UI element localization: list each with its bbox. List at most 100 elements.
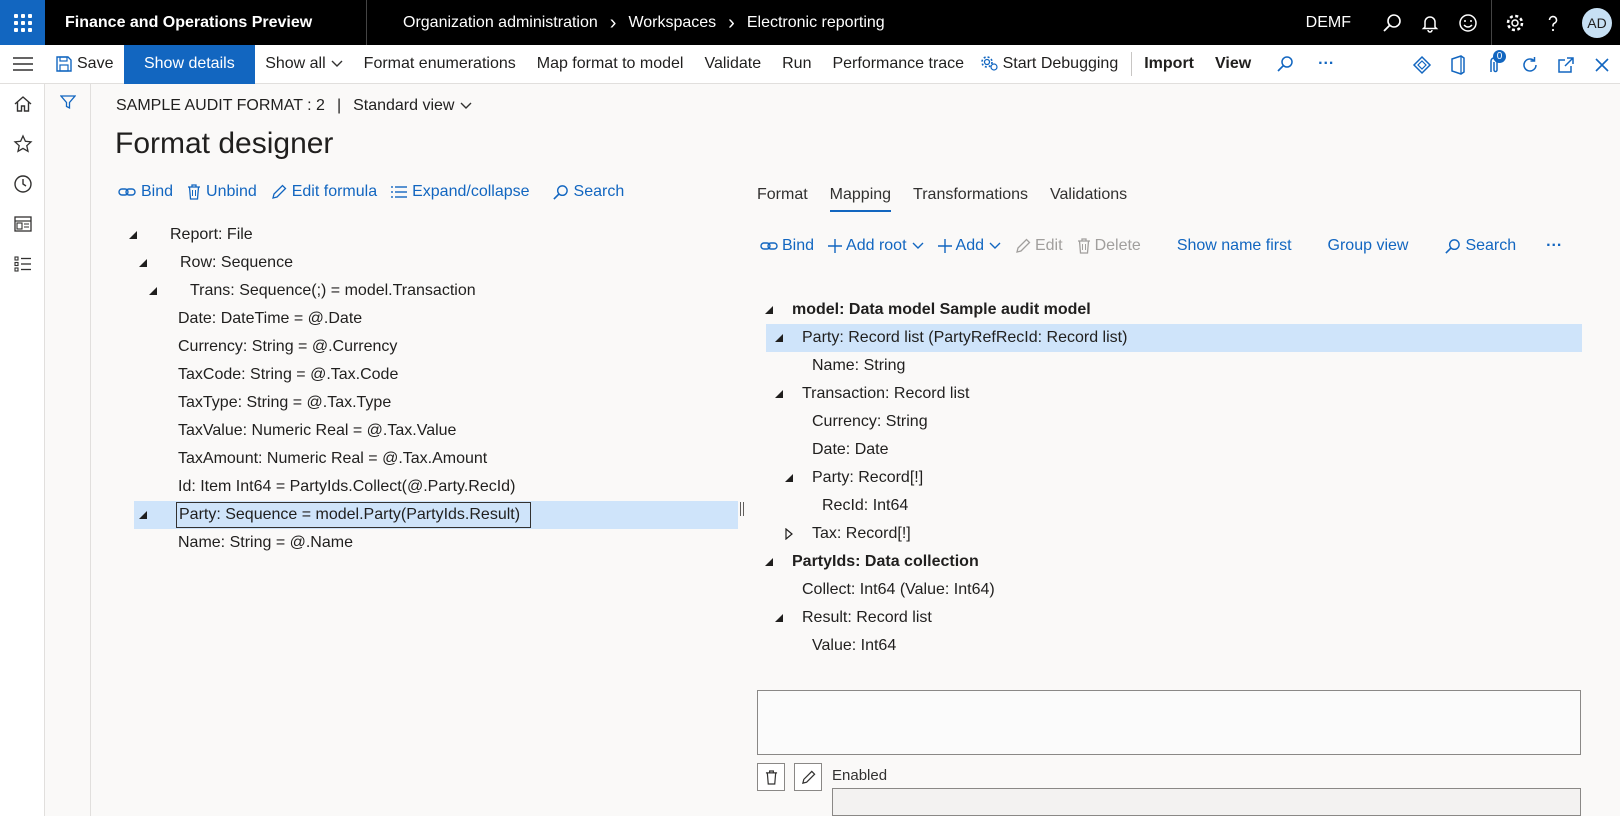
delete-binding-button[interactable] — [757, 763, 785, 791]
format-tree-node[interactable]: Trans: Sequence(;) = model.Transaction — [134, 277, 738, 305]
expanded-triangle-icon[interactable] — [764, 557, 774, 567]
add-root-button[interactable]: Add root — [828, 237, 924, 255]
data-source-node[interactable]: RecId: Int64 — [766, 492, 1582, 520]
format-tree-node[interactable]: Report: File — [129, 221, 738, 249]
data-source-node[interactable]: PartyIds: Data collection — [764, 548, 1582, 576]
data-source-node[interactable]: Transaction: Record list — [766, 380, 1582, 408]
attachments-button[interactable]: 0 — [1476, 45, 1512, 84]
data-source-node[interactable]: Collect: Int64 (Value: Int64) — [766, 576, 1582, 604]
data-source-node[interactable]: Party: Record list (PartyRefRecId: Recor… — [766, 324, 1582, 352]
help-button[interactable] — [1535, 0, 1571, 45]
page-title: Format designer — [115, 127, 334, 160]
map-format-to-model-button[interactable]: Map format to model — [526, 45, 694, 84]
format-tree-node[interactable]: TaxValue: Numeric Real = @.Tax.Value — [134, 417, 738, 445]
expanded-triangle-icon[interactable] — [784, 473, 794, 483]
action-search-button[interactable] — [1262, 45, 1308, 84]
edit-button[interactable]: Edit — [1015, 237, 1063, 255]
data-source-node[interactable]: Value: Int64 — [766, 632, 1582, 660]
format-tree-node[interactable]: Row: Sequence — [134, 249, 738, 277]
run-button[interactable]: Run — [772, 45, 822, 84]
performance-trace-button[interactable]: Performance trace — [822, 45, 975, 84]
search-button[interactable] — [1374, 0, 1410, 45]
expanded-triangle-icon[interactable] — [774, 333, 784, 343]
company-picker[interactable]: DEMF — [1306, 14, 1351, 32]
more-actions-button[interactable]: ··· — [1308, 45, 1345, 84]
mapping-search-button[interactable]: Search — [1444, 237, 1516, 255]
format-tree-node[interactable]: Id: Item Int64 = PartyIds.Collect(@.Part… — [134, 473, 738, 501]
format-tree-node[interactable]: TaxCode: String = @.Tax.Code — [134, 361, 738, 389]
mapping-more-button[interactable]: ··· — [1546, 237, 1562, 255]
bind-button[interactable]: Bind — [118, 183, 173, 201]
nav-favorites[interactable] — [0, 124, 45, 164]
pane-splitter-handle[interactable] — [740, 502, 744, 516]
collapsed-triangle-icon[interactable] — [784, 528, 794, 540]
data-source-node[interactable]: Currency: String — [766, 408, 1582, 436]
breadcrumb-item-organization-administration[interactable]: Organization administration — [403, 14, 598, 32]
expanded-triangle-icon[interactable] — [138, 258, 148, 268]
power-apps-button[interactable] — [1404, 45, 1440, 84]
format-tree-node[interactable]: Date: DateTime = @.Date — [134, 305, 738, 333]
nav-workspaces[interactable] — [0, 204, 45, 244]
mapping-bind-button[interactable]: Bind — [760, 237, 814, 255]
tab-transformations[interactable]: Transformations — [913, 186, 1028, 212]
show-all-button[interactable]: Show all — [255, 45, 353, 84]
tab-mapping[interactable]: Mapping — [829, 186, 892, 212]
view-selector[interactable]: Standard view — [353, 97, 472, 115]
refresh-button[interactable] — [1512, 45, 1548, 84]
open-new-window-button[interactable] — [1548, 45, 1584, 84]
expanded-triangle-icon[interactable] — [148, 286, 158, 296]
breadcrumb: Organization administration › Workspaces… — [403, 13, 885, 33]
expanded-triangle-icon[interactable] — [128, 230, 138, 240]
nav-modules[interactable] — [0, 244, 45, 284]
settings-button[interactable] — [1497, 0, 1533, 45]
breadcrumb-item-electronic-reporting[interactable]: Electronic reporting — [747, 14, 885, 32]
feedback-button[interactable] — [1450, 0, 1486, 45]
office-button[interactable] — [1440, 45, 1476, 84]
edit-binding-button[interactable] — [794, 763, 822, 791]
close-button[interactable] — [1584, 45, 1620, 84]
tab-format[interactable]: Format — [757, 186, 808, 212]
enabled-field[interactable] — [832, 788, 1581, 816]
nav-home[interactable] — [0, 84, 45, 124]
delete-button[interactable]: Delete — [1077, 237, 1141, 255]
validate-button[interactable]: Validate — [694, 45, 772, 84]
notifications-button[interactable] — [1412, 0, 1448, 45]
format-tree-node[interactable]: TaxAmount: Numeric Real = @.Tax.Amount — [134, 445, 738, 473]
app-launcher-button[interactable] — [0, 0, 45, 45]
format-tree-node[interactable]: Currency: String = @.Currency — [134, 333, 738, 361]
breadcrumb-item-workspaces[interactable]: Workspaces — [628, 14, 716, 32]
format-search-button[interactable]: Search — [552, 183, 624, 201]
format-tree-node[interactable]: Name: String = @.Name — [134, 529, 738, 557]
data-source-node[interactable]: model: Data model Sample audit model — [764, 296, 1582, 324]
unbind-button[interactable]: Unbind — [187, 183, 257, 201]
expanded-triangle-icon[interactable] — [774, 613, 784, 623]
tab-validations[interactable]: Validations — [1050, 186, 1127, 212]
format-enumerations-button[interactable]: Format enumerations — [353, 45, 526, 84]
view-button[interactable]: View — [1205, 45, 1262, 84]
nav-recent[interactable] — [0, 164, 45, 204]
avatar[interactable]: AD — [1582, 7, 1612, 38]
add-button[interactable]: Add — [937, 237, 1001, 255]
navigation-menu-button[interactable] — [0, 45, 45, 84]
show-name-first-button[interactable]: Show name first — [1177, 237, 1292, 255]
data-source-node[interactable]: Date: Date — [766, 436, 1582, 464]
expanded-triangle-icon[interactable] — [764, 305, 774, 315]
expanded-triangle-icon[interactable] — [138, 510, 148, 520]
app-title[interactable]: Finance and Operations Preview — [45, 0, 367, 45]
data-source-node[interactable]: Name: String — [766, 352, 1582, 380]
data-source-node[interactable]: Result: Record list — [766, 604, 1582, 632]
edit-formula-button[interactable]: Edit formula — [271, 183, 377, 201]
filter-button[interactable] — [45, 84, 91, 120]
save-button[interactable]: Save — [45, 45, 124, 84]
format-tree-node[interactable]: TaxType: String = @.Tax.Type — [134, 389, 738, 417]
start-debugging-button[interactable]: Start Debugging — [975, 45, 1129, 84]
group-view-button[interactable]: Group view — [1328, 237, 1409, 255]
show-details-button[interactable]: Show details — [123, 44, 255, 84]
format-tree-node[interactable]: Party: Sequence = model.Party(PartyIds.R… — [134, 501, 738, 529]
data-source-node[interactable]: Tax: Record[!] — [766, 520, 1582, 548]
data-source-node[interactable]: Party: Record[!] — [766, 464, 1582, 492]
expand-collapse-button[interactable]: Expand/collapse — [391, 183, 530, 201]
import-button[interactable]: Import — [1134, 45, 1205, 84]
formula-preview-box[interactable] — [757, 690, 1581, 755]
expanded-triangle-icon[interactable] — [774, 389, 784, 399]
